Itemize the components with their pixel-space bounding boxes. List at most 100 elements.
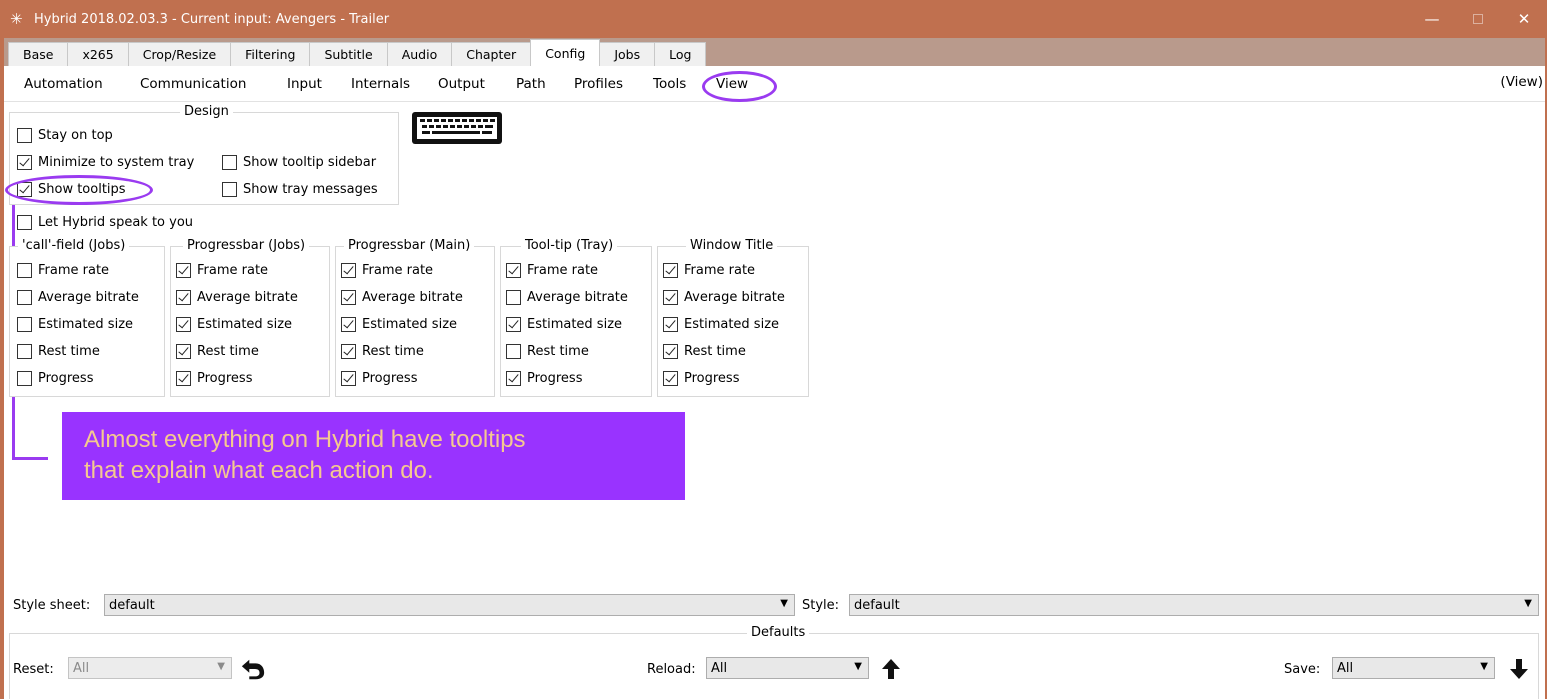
checkbox-label: Average bitrate <box>527 290 628 305</box>
minimize-to-tray-checkbox[interactable]: Minimize to system tray <box>17 155 194 170</box>
checkbox-box <box>17 344 32 359</box>
call-field-estimated-size-checkbox[interactable]: Estimated size <box>17 317 133 332</box>
group-progressbar-main-title: Progressbar (Main) <box>344 238 475 253</box>
design-group-title: Design <box>180 104 233 119</box>
close-button[interactable]: ✕ <box>1501 0 1547 38</box>
progressbar-jobs-average-bitrate-checkbox[interactable]: Average bitrate <box>176 290 298 305</box>
progressbar-jobs-estimated-size-checkbox[interactable]: Estimated size <box>176 317 292 332</box>
style-select[interactable]: default ▼ <box>849 594 1539 616</box>
checkbox-box <box>176 344 191 359</box>
window-title-rest-time-checkbox[interactable]: Rest time <box>663 344 746 359</box>
minimize-button[interactable]: — <box>1409 0 1455 38</box>
minimize-to-tray-box <box>17 155 32 170</box>
window-title: Hybrid 2018.02.03.3 - Current input: Ave… <box>34 11 390 27</box>
window-title-estimated-size-checkbox[interactable]: Estimated size <box>663 317 779 332</box>
progressbar-main-estimated-size-checkbox[interactable]: Estimated size <box>341 317 457 332</box>
show-tooltip-sidebar-checkbox[interactable]: Show tooltip sidebar <box>222 155 376 170</box>
checkbox-box <box>176 290 191 305</box>
tab-x265[interactable]: x265 <box>67 42 129 66</box>
style-sheet-select[interactable]: default ▼ <box>104 594 795 616</box>
minimize-to-tray-label: Minimize to system tray <box>38 155 195 170</box>
tooltip-tray-average-bitrate-checkbox[interactable]: Average bitrate <box>506 290 628 305</box>
tab-filtering[interactable]: Filtering <box>230 42 311 66</box>
checkbox-box <box>17 317 32 332</box>
checkbox-label: Estimated size <box>684 317 780 332</box>
checkbox-box <box>341 317 356 332</box>
tab-jobs[interactable]: Jobs <box>599 42 656 66</box>
stay-on-top-checkbox[interactable]: Stay on top <box>17 128 113 143</box>
keyboard-icon[interactable] <box>410 110 504 146</box>
checkbox-label: Average bitrate <box>684 290 785 305</box>
show-tray-messages-box <box>222 182 237 197</box>
subtab-automation[interactable]: Automation <box>24 76 103 92</box>
tab-crop-resize[interactable]: Crop/Resize <box>127 42 232 66</box>
progressbar-jobs-frame-rate-checkbox[interactable]: Frame rate <box>176 263 268 278</box>
annotation-connector-horizontal <box>12 457 48 460</box>
subtab-path[interactable]: Path <box>516 76 546 92</box>
annotation-highlight-show-tooltips <box>5 175 153 205</box>
style-sheet-value: default <box>109 597 155 613</box>
call-field-average-bitrate-checkbox[interactable]: Average bitrate <box>17 290 139 305</box>
title-bar: ✳ Hybrid 2018.02.03.3 - Current input: A… <box>0 0 1547 38</box>
main-tab-bar: Base x265 Crop/Resize Filtering Subtitle… <box>4 38 1545 66</box>
reset-button[interactable] <box>240 656 266 682</box>
window-title-frame-rate-checkbox[interactable]: Frame rate <box>663 263 755 278</box>
save-value: All <box>1337 660 1354 676</box>
tab-log[interactable]: Log <box>654 42 707 66</box>
group-progressbar-jobs-title: Progressbar (Jobs) <box>183 238 310 253</box>
window-title-progress-checkbox[interactable]: Progress <box>663 371 739 386</box>
checkbox-box <box>176 263 191 278</box>
call-field-frame-rate-checkbox[interactable]: Frame rate <box>17 263 109 278</box>
tab-base[interactable]: Base <box>8 42 69 66</box>
subtab-input[interactable]: Input <box>287 76 322 92</box>
subtab-communication[interactable]: Communication <box>140 76 246 92</box>
let-hybrid-speak-label: Let Hybrid speak to you <box>38 215 194 230</box>
tab-config[interactable]: Config <box>530 39 601 66</box>
reload-button[interactable] <box>878 656 904 682</box>
tooltip-tray-progress-checkbox[interactable]: Progress <box>506 371 582 386</box>
arrow-down-icon <box>1510 659 1528 679</box>
checkbox-label: Rest time <box>527 344 589 359</box>
checkbox-box <box>17 371 32 386</box>
progressbar-main-progress-checkbox[interactable]: Progress <box>341 371 417 386</box>
save-select[interactable]: All ▼ <box>1332 657 1495 679</box>
maximize-button[interactable] <box>1455 0 1501 38</box>
progressbar-main-average-bitrate-checkbox[interactable]: Average bitrate <box>341 290 463 305</box>
subtab-internals[interactable]: Internals <box>351 76 410 92</box>
checkbox-box <box>663 317 678 332</box>
progressbar-main-rest-time-checkbox[interactable]: Rest time <box>341 344 424 359</box>
checkbox-label: Rest time <box>362 344 424 359</box>
call-field-rest-time-checkbox[interactable]: Rest time <box>17 344 100 359</box>
checkbox-label: Rest time <box>684 344 746 359</box>
tooltip-explanation-callout: Almost everything on Hybrid have tooltip… <box>62 412 685 500</box>
checkbox-label: Rest time <box>197 344 259 359</box>
subtab-output[interactable]: Output <box>438 76 485 92</box>
group-window-title-title: Window Title <box>686 238 778 253</box>
chevron-down-icon: ▼ <box>1524 598 1532 609</box>
tab-subtitle[interactable]: Subtitle <box>309 42 388 66</box>
let-hybrid-speak-checkbox[interactable]: Let Hybrid speak to you <box>17 215 193 230</box>
progressbar-jobs-rest-time-checkbox[interactable]: Rest time <box>176 344 259 359</box>
tab-chapter[interactable]: Chapter <box>451 42 532 66</box>
checkbox-label: Average bitrate <box>197 290 298 305</box>
tab-audio[interactable]: Audio <box>386 42 453 66</box>
window-title-average-bitrate-checkbox[interactable]: Average bitrate <box>663 290 785 305</box>
checkbox-box <box>663 263 678 278</box>
style-sheet-label: Style sheet: <box>13 598 91 613</box>
checkbox-box <box>341 344 356 359</box>
reload-value: All <box>711 660 728 676</box>
subtab-tools[interactable]: Tools <box>653 76 686 92</box>
reload-select[interactable]: All ▼ <box>706 657 869 679</box>
callout-line-2: that explain what each action do. <box>84 457 434 484</box>
checkbox-label: Frame rate <box>527 263 599 278</box>
subtab-profiles[interactable]: Profiles <box>574 76 623 92</box>
tooltip-tray-estimated-size-checkbox[interactable]: Estimated size <box>506 317 622 332</box>
call-field-progress-checkbox[interactable]: Progress <box>17 371 93 386</box>
tooltip-tray-frame-rate-checkbox[interactable]: Frame rate <box>506 263 598 278</box>
progressbar-main-frame-rate-checkbox[interactable]: Frame rate <box>341 263 433 278</box>
progressbar-jobs-progress-checkbox[interactable]: Progress <box>176 371 252 386</box>
tooltip-tray-rest-time-checkbox[interactable]: Rest time <box>506 344 589 359</box>
show-tray-messages-checkbox[interactable]: Show tray messages <box>222 182 378 197</box>
save-button[interactable] <box>1506 656 1532 682</box>
reset-select[interactable]: All ▼ <box>68 657 232 679</box>
